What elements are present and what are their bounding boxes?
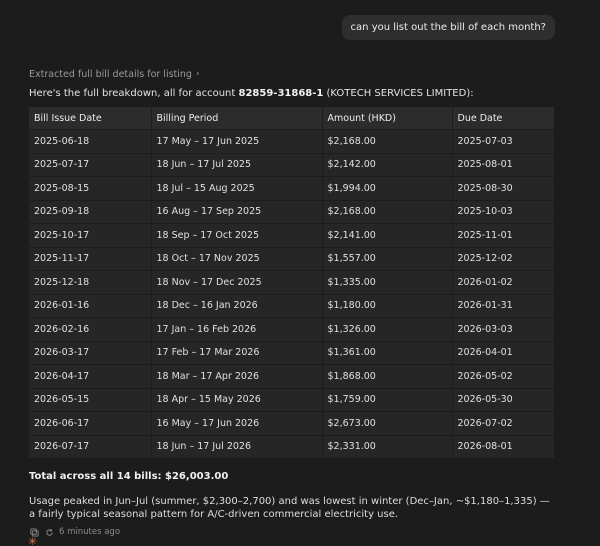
summary-text: Usage peaked in Jun–Jul (summer, $2,300–… xyxy=(29,496,550,520)
intro-prefix: Here's the full breakdown, all for accou… xyxy=(29,88,239,99)
intro-suffix: (KOTECH SERVICES LIMITED): xyxy=(323,88,474,99)
thinking-summary-label: Extracted full bill details for listing xyxy=(29,68,192,80)
issue-date-cell: 2025-09-18 xyxy=(29,200,152,224)
billing-period-cell: 16 Aug – 17 Sep 2025 xyxy=(151,200,323,224)
table-header-row: Bill Issue Date Billing Period Amount (H… xyxy=(29,107,554,130)
issue-date-cell: 2026-07-17 xyxy=(29,435,152,459)
billing-period-cell: 18 Dec – 16 Jan 2026 xyxy=(151,294,323,318)
table-row: 2025-12-18 18 Nov – 17 Dec 2025 $1,335.00 2… xyxy=(29,270,554,295)
due-date-cell: 2026-03-03 xyxy=(452,317,554,342)
table-row: 2025-09-18 16 Aug – 17 Sep 2025 $2,168.00 2… xyxy=(29,200,554,224)
billing-period-cell: 18 Jun – 17 Jul 2026 xyxy=(151,435,323,459)
billing-period-cell: 18 Apr – 15 May 2026 xyxy=(151,388,323,412)
due-date-cell: 2025-08-30 xyxy=(452,176,554,201)
chevron-right-icon: › xyxy=(195,69,200,79)
billing-period-cell: 18 Jun – 17 Jul 2025 xyxy=(151,153,323,177)
table-row: 2025-11-17 18 Oct – 17 Nov 2025 $1,557.00 2… xyxy=(29,247,554,271)
table-body: 2025-06-18 17 May – 17 Jun 2025 $2,168.00 2… xyxy=(29,129,554,459)
column-header-billing-period: Billing Period xyxy=(151,107,323,130)
column-header-issue-date: Bill Issue Date xyxy=(29,107,152,130)
claude-spark-icon: ✳ xyxy=(28,535,38,546)
issue-date-cell: 2026-04-17 xyxy=(29,364,152,389)
table-row: 2026-05-15 18 Apr – 15 May 2026 $1,759.00 2… xyxy=(29,388,554,412)
table-row: 2025-06-18 17 May – 17 Jun 2025 $2,168.00 2… xyxy=(29,129,554,154)
billing-period-cell: 18 Mar – 17 Apr 2026 xyxy=(151,364,323,389)
column-header-amount: Amount (HKD) xyxy=(322,107,453,130)
amount-cell: $1,557.00 xyxy=(322,247,453,271)
billing-period-cell: 18 Oct – 17 Nov 2025 xyxy=(151,247,323,271)
amount-cell: $2,168.00 xyxy=(322,129,453,154)
amount-cell: $1,994.00 xyxy=(322,176,453,201)
amount-cell: $2,142.00 xyxy=(322,153,453,177)
due-date-cell: 2025-07-03 xyxy=(452,129,554,154)
issue-date-cell: 2025-12-18 xyxy=(29,270,152,295)
due-date-cell: 2026-05-02 xyxy=(452,364,554,389)
amount-cell: $2,331.00 xyxy=(322,435,453,459)
billing-period-cell: 18 Nov – 17 Dec 2025 xyxy=(151,270,323,295)
amount-cell: $1,180.00 xyxy=(322,294,453,318)
billing-period-cell: 18 Sep – 17 Oct 2025 xyxy=(151,223,323,248)
billing-period-cell: 17 Jan – 16 Feb 2026 xyxy=(151,317,323,342)
amount-cell: $1,326.00 xyxy=(322,317,453,342)
due-date-cell: 2026-05-30 xyxy=(452,388,554,412)
assistant-reply: Extracted full bill details for listing … xyxy=(29,66,559,537)
issue-date-cell: 2026-03-17 xyxy=(29,341,152,365)
message-meta: 6 minutes ago xyxy=(29,527,559,537)
table-row: 2026-07-17 18 Jun – 17 Jul 2026 $2,331.00 2… xyxy=(29,435,554,459)
issue-date-cell: 2025-06-18 xyxy=(29,129,152,154)
issue-date-cell: 2025-10-17 xyxy=(29,223,152,248)
table-row: 2026-01-16 18 Dec – 16 Jan 2026 $1,180.00 2… xyxy=(29,294,554,318)
thinking-summary-toggle[interactable]: Extracted full bill details for listing … xyxy=(29,66,559,82)
billing-period-cell: 17 May – 17 Jun 2025 xyxy=(151,129,323,154)
issue-date-cell: 2025-07-17 xyxy=(29,153,152,177)
chat-page: can you list out the bill of each month?… xyxy=(0,0,600,546)
due-date-cell: 2026-01-02 xyxy=(452,270,554,295)
due-date-cell: 2026-08-01 xyxy=(452,435,554,459)
table-row: 2025-10-17 18 Sep – 17 Oct 2025 $2,141.00 2… xyxy=(29,223,554,248)
billing-period-cell: 18 Jul – 15 Aug 2025 xyxy=(151,176,323,201)
issue-date-cell: 2025-11-17 xyxy=(29,247,152,271)
amount-cell: $2,168.00 xyxy=(322,200,453,224)
issue-date-cell: 2026-06-17 xyxy=(29,411,152,436)
due-date-cell: 2025-08-01 xyxy=(452,153,554,177)
retry-icon[interactable] xyxy=(44,527,54,537)
amount-cell: $2,673.00 xyxy=(322,411,453,436)
column-header-due-date: Due Date xyxy=(452,107,554,130)
intro-text: Here's the full breakdown, all for accou… xyxy=(29,87,559,101)
billing-period-cell: 16 May – 17 Jun 2026 xyxy=(151,411,323,436)
amount-cell: $1,361.00 xyxy=(322,341,453,365)
due-date-cell: 2026-01-31 xyxy=(452,294,554,318)
due-date-cell: 2025-12-02 xyxy=(452,247,554,271)
table-row: 2025-07-17 18 Jun – 17 Jul 2025 $2,142.00 2… xyxy=(29,153,554,177)
due-date-cell: 2025-10-03 xyxy=(452,200,554,224)
table-row: 2025-08-15 18 Jul – 15 Aug 2025 $1,994.00 2… xyxy=(29,176,554,201)
amount-cell: $1,759.00 xyxy=(322,388,453,412)
issue-date-cell: 2026-01-16 xyxy=(29,294,152,318)
amount-cell: $1,335.00 xyxy=(322,270,453,295)
table-row: 2026-03-17 17 Feb – 17 Mar 2026 $1,361.00 2… xyxy=(29,341,554,365)
due-date-cell: 2026-04-01 xyxy=(452,341,554,365)
issue-date-cell: 2025-08-15 xyxy=(29,176,152,201)
issue-date-cell: 2026-02-16 xyxy=(29,317,152,342)
table-row: 2026-02-16 17 Jan – 16 Feb 2026 $1,326.00 2… xyxy=(29,317,554,342)
issue-date-cell: 2026-05-15 xyxy=(29,388,152,412)
user-message-bubble: can you list out the bill of each month? xyxy=(341,15,555,40)
table-row: 2026-04-17 18 Mar – 17 Apr 2026 $1,868.00 2… xyxy=(29,364,554,389)
table-row: 2026-06-17 16 May – 17 Jun 2026 $2,673.00 2… xyxy=(29,411,554,436)
due-date-cell: 2026-07-02 xyxy=(452,411,554,436)
billing-period-cell: 17 Feb – 17 Mar 2026 xyxy=(151,341,323,365)
amount-cell: $1,868.00 xyxy=(322,364,453,389)
due-date-cell: 2025-11-01 xyxy=(452,223,554,248)
total-line: Total across all 14 bills: $26,003.00 xyxy=(29,471,229,482)
amount-cell: $2,141.00 xyxy=(322,223,453,248)
user-message-text: can you list out the bill of each month? xyxy=(350,22,546,33)
account-number: 82859-31868-1 xyxy=(238,88,324,99)
bills-table: Bill Issue Date Billing Period Amount (H… xyxy=(29,107,554,459)
message-timestamp: 6 minutes ago xyxy=(59,527,121,537)
